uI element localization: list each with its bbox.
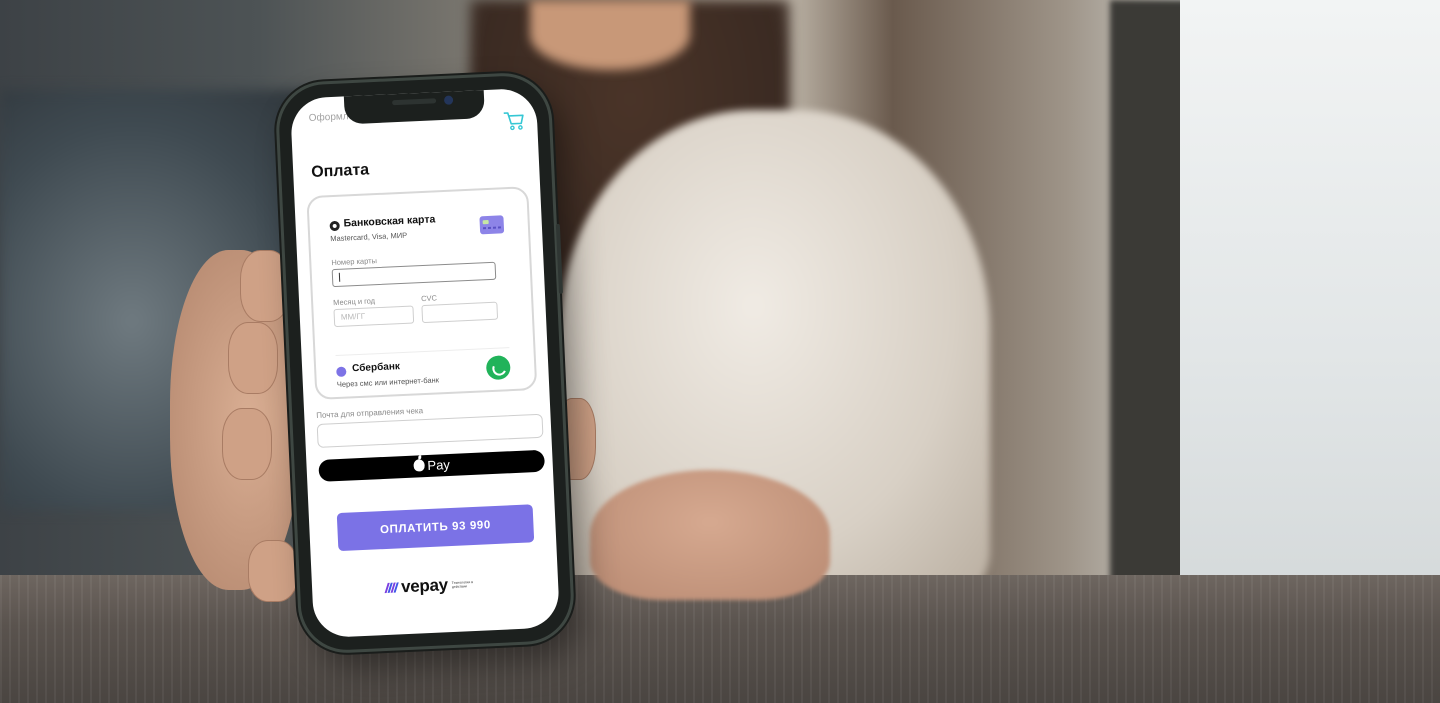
pay-button[interactable]: ОПЛАТИТЬ 93 990 — [336, 504, 535, 552]
expiry-label: Месяц и год — [332, 296, 376, 308]
background-person-face — [530, 0, 690, 70]
background-finger — [222, 408, 272, 480]
apple-pay-button[interactable]: Pay — [318, 449, 546, 482]
phone-speaker — [392, 98, 437, 106]
background-finger — [228, 322, 278, 394]
vepay-wordmark: vepay — [400, 575, 449, 597]
background-finger — [248, 540, 298, 602]
background-resting-hand — [590, 470, 830, 600]
vepay-mark-icon — [384, 582, 399, 594]
text-cursor — [338, 272, 341, 282]
apple-logo-icon — [413, 459, 425, 472]
page-title: Оплата — [310, 161, 370, 181]
vepay-tagline: Технологии в действии — [451, 580, 474, 590]
expiry-input[interactable]: ММ/ГГ — [333, 305, 415, 328]
cvc-input[interactable] — [421, 301, 499, 324]
vepay-logo: vepay Технологии в действии — [384, 575, 478, 597]
background-photo — [0, 0, 1440, 703]
phone-screen: Оформление заказа/ оплата Оплата Банковс… — [289, 87, 561, 639]
phone-notch — [343, 88, 485, 125]
cart-icon[interactable] — [503, 110, 526, 131]
sberbank-title[interactable]: Сбербанк — [352, 361, 400, 374]
phone-camera — [443, 95, 454, 105]
background-finger — [240, 250, 290, 322]
smartphone: Оформление заказа/ оплата Оплата Банковс… — [277, 74, 573, 652]
email-input[interactable] — [316, 413, 544, 448]
card-icon — [479, 215, 505, 235]
apple-pay-label: Pay — [427, 456, 451, 473]
email-label: Почта для отправления чека — [316, 406, 424, 420]
cvc-label: CVC — [420, 293, 438, 304]
